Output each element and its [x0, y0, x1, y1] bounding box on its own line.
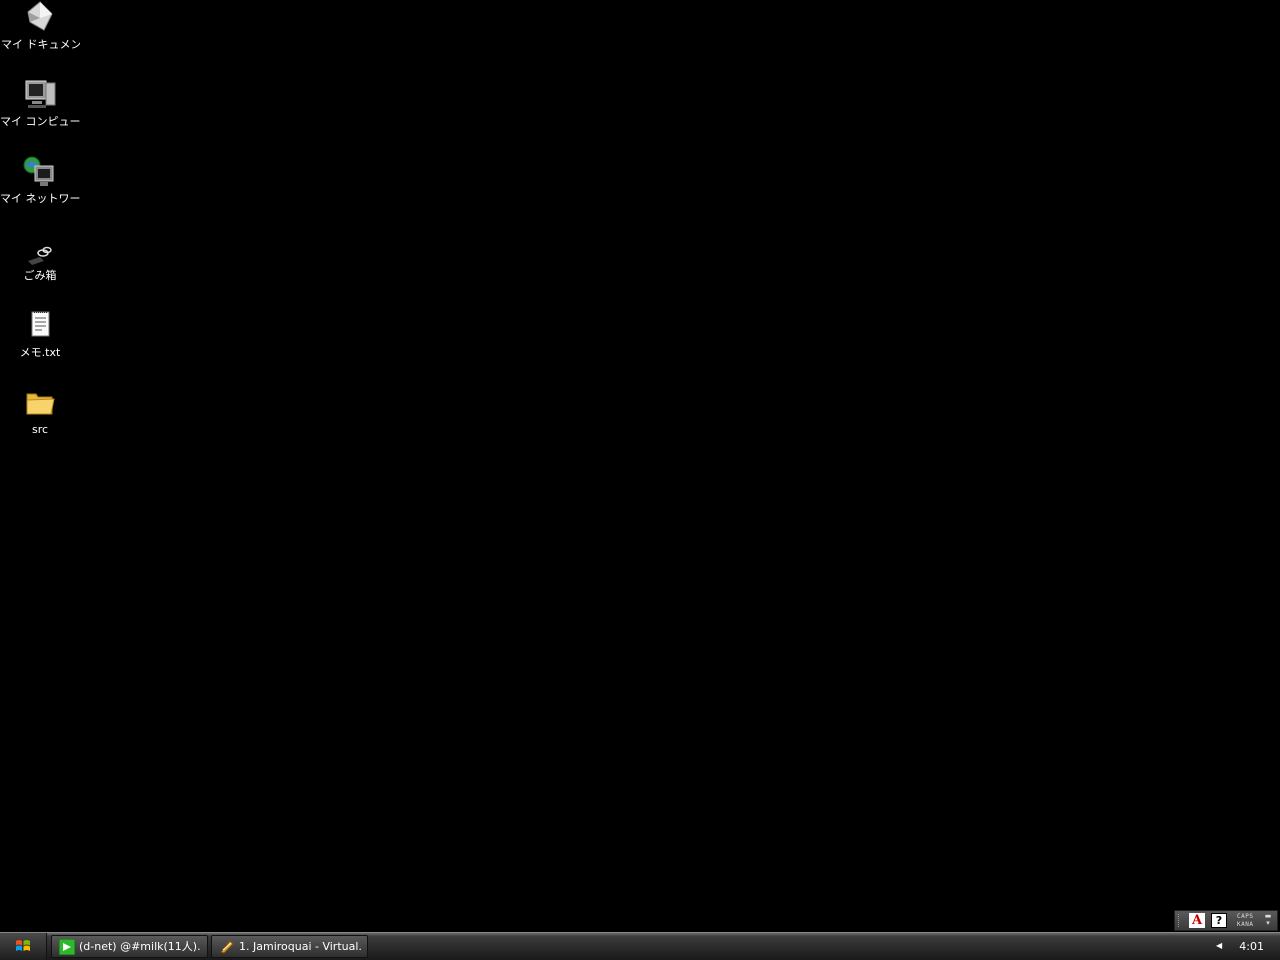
my-documents-icon [22, 0, 58, 36]
help-icon[interactable]: ? [1211, 913, 1227, 928]
system-tray: ◀ 4:01 [1200, 933, 1280, 960]
chat-client-icon [58, 938, 76, 956]
tray-expand-icon[interactable]: ◀ [1216, 941, 1224, 951]
ime-mode-icon[interactable]: A [1189, 913, 1205, 928]
language-bar-options-icon[interactable]: ▬ ▾ [1263, 913, 1273, 928]
windows-logo-icon [15, 938, 31, 954]
desktop-icon-label: マイ ドキュメント [0, 38, 80, 51]
desktop-icon-label: src [31, 423, 49, 436]
desktop-icon-my-computer[interactable]: マイ コンピュータ [0, 77, 80, 147]
my-network-icon [22, 154, 58, 190]
desktop-icon-my-documents[interactable]: マイ ドキュメント [0, 0, 80, 70]
desktop-icon-recycle-bin[interactable]: ごみ箱 [0, 231, 80, 301]
start-button[interactable] [0, 933, 47, 960]
desktop[interactable]: マイ ドキュメント マイ コンピュータ マイ ネットワーク [0, 0, 1280, 932]
taskbar-button-chat[interactable]: (d-net) @#milk(11人)... [51, 935, 208, 958]
recycle-bin-icon [22, 231, 58, 267]
text-file-icon [22, 308, 58, 344]
desktop-icon-label: マイ コンピュータ [0, 115, 80, 128]
desktop-icon-src[interactable]: src [0, 385, 80, 455]
folder-icon [22, 385, 58, 421]
my-computer-icon [22, 77, 58, 113]
desktop-icon-label: マイ ネットワーク [0, 192, 80, 205]
language-bar[interactable]: A ? CAPS KANA ▬ ▾ [1174, 910, 1278, 931]
taskbar-button-label: (d-net) @#milk(11人)... [79, 940, 201, 953]
media-player-icon [219, 939, 235, 955]
taskbar-button-label: 1. Jamiroquai - Virtual... [239, 940, 361, 953]
desktop-icon-my-network[interactable]: マイ ネットワーク [0, 154, 80, 224]
desktop-icon-label: ごみ箱 [23, 269, 57, 282]
clock[interactable]: 4:01 [1239, 933, 1264, 960]
desktop-icon-memo-txt[interactable]: メモ.txt [0, 308, 80, 378]
caps-indicator: CAPS [1237, 913, 1254, 920]
desktop-icon-label: メモ.txt [19, 346, 61, 359]
language-bar-grip[interactable] [1178, 914, 1184, 927]
taskbar-button-media-player[interactable]: 1. Jamiroquai - Virtual... [211, 935, 368, 958]
kana-indicator: KANA [1237, 921, 1254, 928]
taskbar: (d-net) @#milk(11人)... 1. Jamiroquai - V… [0, 932, 1280, 960]
